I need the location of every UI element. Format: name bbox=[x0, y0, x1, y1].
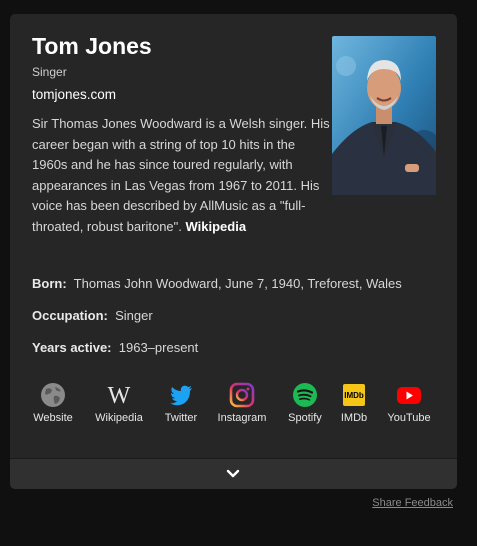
social-label: Twitter bbox=[164, 412, 198, 424]
entity-description: Sir Thomas Jones Woodward is a Welsh sin… bbox=[32, 114, 332, 237]
website-link[interactable]: tomjones.com bbox=[32, 87, 116, 102]
portrait-image bbox=[332, 36, 436, 195]
entity-title: Tom Jones bbox=[32, 33, 152, 59]
fact-years-active: Years active: 1963–present bbox=[32, 340, 198, 355]
fact-label: Years active: bbox=[32, 340, 112, 355]
description-text: Sir Thomas Jones Woodward is a Welsh sin… bbox=[32, 116, 330, 234]
social-label: Wikipedia bbox=[95, 412, 143, 424]
fact-label: Born: bbox=[32, 276, 67, 291]
imdb-logo-text: IMDb bbox=[344, 391, 364, 400]
svg-text:W: W bbox=[108, 383, 131, 408]
knowledge-panel: Tom Jones Singer tomjones.com Sir Thomas… bbox=[10, 14, 457, 489]
fact-value: 1963–present bbox=[118, 340, 199, 355]
spotify-icon bbox=[293, 383, 317, 407]
social-twitter-button[interactable]: Twitter bbox=[146, 382, 216, 424]
fact-born: Born: Thomas John Woodward, June 7, 1940… bbox=[32, 276, 402, 291]
social-label: Website bbox=[33, 412, 73, 424]
globe-icon bbox=[41, 383, 65, 407]
fact-occupation: Occupation: Singer bbox=[32, 308, 153, 323]
entity-subtitle: Singer bbox=[32, 65, 67, 79]
social-label: Instagram bbox=[217, 412, 267, 424]
wikipedia-icon: W bbox=[108, 383, 131, 408]
fact-value: Singer bbox=[115, 308, 153, 323]
fact-value: Thomas John Woodward, June 7, 1940, Tref… bbox=[73, 276, 402, 291]
entity-photo[interactable] bbox=[332, 36, 436, 195]
chevron-down-icon bbox=[226, 469, 240, 478]
youtube-icon bbox=[397, 387, 421, 404]
share-feedback-link[interactable]: Share Feedback bbox=[372, 497, 453, 509]
instagram-icon bbox=[229, 382, 255, 408]
social-youtube-button[interactable]: YouTube bbox=[374, 382, 444, 424]
expand-panel-button[interactable] bbox=[10, 458, 457, 489]
social-links: Website W Wikipedia Twitter Instagram Sp… bbox=[10, 382, 457, 428]
social-instagram-button[interactable]: Instagram bbox=[207, 382, 277, 424]
twitter-icon bbox=[170, 385, 192, 406]
wikipedia-source-link[interactable]: Wikipedia bbox=[186, 219, 247, 234]
social-website-button[interactable]: Website bbox=[18, 382, 88, 424]
imdb-icon: IMDb bbox=[343, 384, 365, 406]
social-label: YouTube bbox=[387, 412, 431, 424]
fact-label: Occupation: bbox=[32, 308, 108, 323]
social-wikipedia-button[interactable]: W Wikipedia bbox=[84, 382, 154, 424]
